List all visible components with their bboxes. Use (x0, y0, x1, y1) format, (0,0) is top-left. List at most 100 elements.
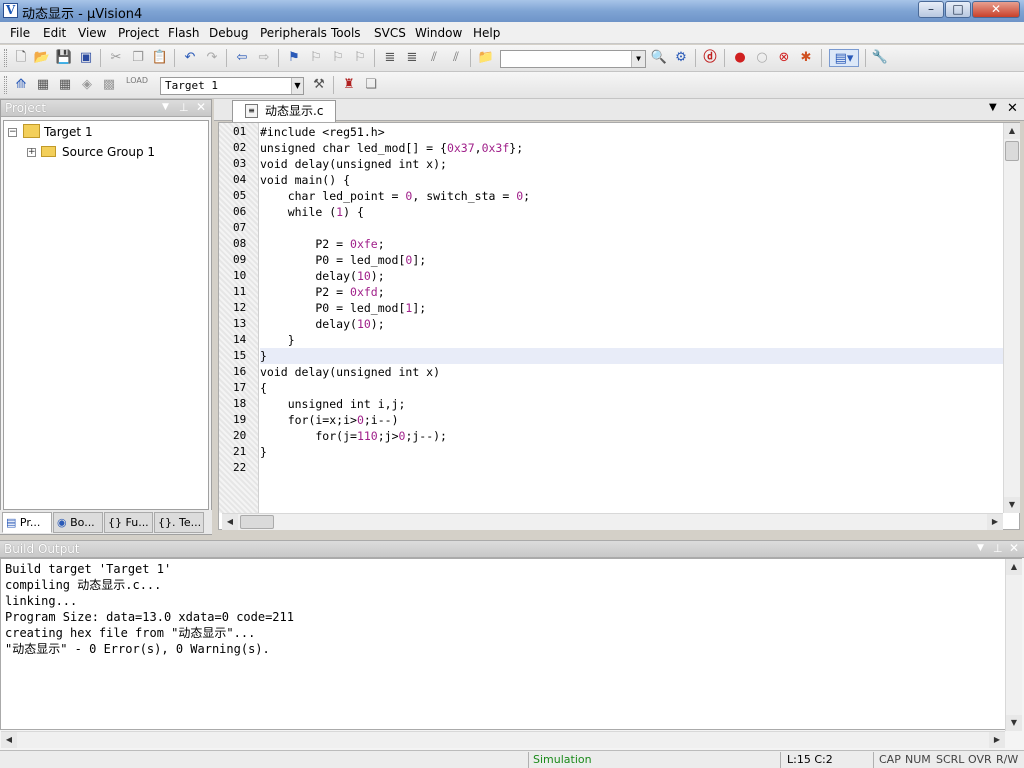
menu-debug[interactable]: Debug (209, 26, 248, 40)
menu-edit[interactable]: Edit (43, 26, 66, 40)
rebuild-icon[interactable]: ▦ (56, 76, 74, 94)
output-vertical-scrollbar[interactable]: ▲ ▼ (1005, 559, 1022, 731)
target-select[interactable]: Target 1 (160, 77, 304, 95)
tab-functions[interactable]: {} Fu... (104, 512, 153, 533)
code-line[interactable]: void delay(unsigned int x) (260, 364, 440, 380)
build-output-text[interactable]: Build target 'Target 1' compiling 动态显示.c… (0, 558, 1022, 730)
scroll-down-icon[interactable]: ▼ (1006, 715, 1022, 731)
close-icon[interactable]: ✕ (1009, 541, 1019, 555)
breakpoint-disable-icon[interactable]: ○ (753, 49, 771, 67)
chevron-down-icon[interactable]: ▼ (291, 78, 303, 94)
bookmark-next-icon[interactable]: ⚐ (329, 49, 347, 67)
menu-file[interactable]: File (10, 26, 30, 40)
code-line[interactable]: void delay(unsigned int x); (260, 156, 447, 172)
tree-item-target[interactable]: Target 1 (44, 123, 93, 141)
build-icon[interactable]: ▦ (34, 76, 52, 94)
manage-components-icon[interactable]: ♜ (340, 76, 358, 94)
breakpoint-kill-icon[interactable]: ⊗ (775, 49, 793, 67)
bookmark-prev-icon[interactable]: ⚐ (307, 49, 325, 67)
menu-svcs[interactable]: SVCS (374, 26, 406, 40)
collapse-icon[interactable]: − (8, 128, 17, 137)
menu-flash[interactable]: Flash (168, 26, 199, 40)
scroll-left-icon[interactable]: ◀ (1, 732, 17, 748)
comment-icon[interactable]: ⫽ (425, 49, 443, 67)
code-line[interactable]: for(i=x;i>0;i--) (260, 412, 399, 428)
tab-templates[interactable]: {}. Te... (154, 512, 204, 533)
uncomment-icon[interactable]: ⫽ (447, 49, 465, 67)
code-line[interactable]: P2 = 0xfd; (260, 284, 384, 300)
target-options-icon[interactable]: ⚒ (310, 76, 328, 94)
code-line[interactable]: P0 = led_mod[1]; (260, 300, 426, 316)
find-in-files-icon[interactable]: 📁 (477, 49, 495, 67)
toolbar-grip[interactable] (4, 49, 7, 67)
code-line[interactable]: } (260, 444, 267, 460)
incremental-find-icon[interactable]: ⚙ (672, 49, 690, 67)
code-line[interactable]: delay(10); (260, 316, 384, 332)
load-icon[interactable]: LOAD (124, 76, 150, 94)
panel-menu-icon[interactable]: ▼ (162, 102, 169, 112)
breakpoint-icon[interactable]: ● (731, 49, 749, 67)
code-line[interactable]: P2 = 0xfe; (260, 236, 384, 252)
menu-tools[interactable]: Tools (331, 26, 361, 40)
tab-books[interactable]: ◉ Bo... (53, 512, 103, 533)
toolbar-grip[interactable] (4, 76, 7, 94)
indent-icon[interactable]: ≣ (381, 49, 399, 67)
menu-window[interactable]: Window (415, 26, 462, 40)
find-icon[interactable]: 🔍 (650, 49, 668, 67)
nav-forward-icon[interactable]: ⇨ (255, 49, 273, 67)
code-line[interactable]: #include <reg51.h> (260, 124, 385, 140)
code-line[interactable]: P0 = led_mod[0]; (260, 252, 426, 268)
scroll-left-icon[interactable]: ◀ (222, 514, 238, 530)
undo-icon[interactable]: ↶ (181, 49, 199, 67)
close-icon[interactable]: ✕ (196, 100, 206, 114)
save-all-icon[interactable]: ▣ (77, 49, 95, 67)
paste-icon[interactable]: 📋 (151, 49, 169, 67)
scroll-thumb[interactable] (240, 515, 274, 529)
code-line[interactable]: } (260, 348, 267, 364)
code-line[interactable]: delay(10); (260, 268, 384, 284)
editor-tab-menu-icon[interactable]: ▼ (989, 102, 997, 113)
code-line[interactable]: void main() { (260, 172, 350, 188)
configure-icon[interactable]: 🔧 (871, 49, 889, 67)
copy-icon[interactable]: ❐ (129, 49, 147, 67)
window-layout-icon[interactable]: ▤▾ (829, 49, 859, 67)
translate-icon[interactable]: ⟰ (12, 76, 30, 94)
panel-menu-icon[interactable]: ▼ (977, 543, 984, 553)
batch-build-icon[interactable]: ◈ (78, 76, 96, 94)
pin-icon[interactable]: ⊥ (179, 101, 189, 114)
scroll-right-icon[interactable]: ▶ (989, 732, 1005, 748)
tab-project[interactable]: ▤ Pr... (2, 512, 52, 533)
chevron-down-icon[interactable]: ▼ (631, 51, 645, 67)
scroll-up-icon[interactable]: ▲ (1006, 559, 1022, 575)
menu-help[interactable]: Help (473, 26, 500, 40)
save-icon[interactable]: 💾 (55, 49, 73, 67)
bookmark-icon[interactable]: ⚑ (285, 49, 303, 67)
new-file-icon[interactable]: 🗋 (12, 49, 30, 67)
code-line[interactable]: while (1) { (260, 204, 364, 220)
nav-back-icon[interactable]: ⇦ (233, 49, 251, 67)
debug-start-icon[interactable]: ⓓ (701, 49, 719, 67)
code-line[interactable]: { (260, 380, 267, 396)
scroll-down-icon[interactable]: ▼ (1004, 497, 1020, 513)
close-window-button[interactable]: ✕ (972, 1, 1020, 18)
scroll-up-icon[interactable]: ▲ (1004, 123, 1020, 139)
pin-icon[interactable]: ⊥ (993, 542, 1003, 555)
menu-project[interactable]: Project (118, 26, 159, 40)
close-icon[interactable]: ✕ (1007, 101, 1018, 116)
redo-icon[interactable]: ↷ (203, 49, 221, 67)
expand-icon[interactable]: + (27, 148, 36, 157)
editor-vertical-scrollbar[interactable]: ▲ ▼ (1003, 123, 1020, 513)
cut-icon[interactable]: ✂ (107, 49, 125, 67)
tab-editor-file[interactable]: ≡ 动态显示.c (232, 100, 336, 122)
maximize-button[interactable]: □ (945, 1, 971, 18)
scroll-right-icon[interactable]: ▶ (987, 514, 1003, 530)
editor-horizontal-scrollbar[interactable]: ◀ ▶ (222, 513, 1003, 530)
scroll-thumb[interactable] (1005, 141, 1019, 161)
code-line[interactable]: unsigned int i,j; (260, 396, 406, 412)
tree-item-source-group[interactable]: Source Group 1 (62, 143, 155, 161)
find-combo[interactable]: ▼ (500, 50, 646, 68)
bookmark-clear-icon[interactable]: ⚐ (351, 49, 369, 67)
stop-build-icon[interactable]: ▩ (100, 76, 118, 94)
unindent-icon[interactable]: ≣ (403, 49, 421, 67)
code-line[interactable]: } (260, 332, 295, 348)
